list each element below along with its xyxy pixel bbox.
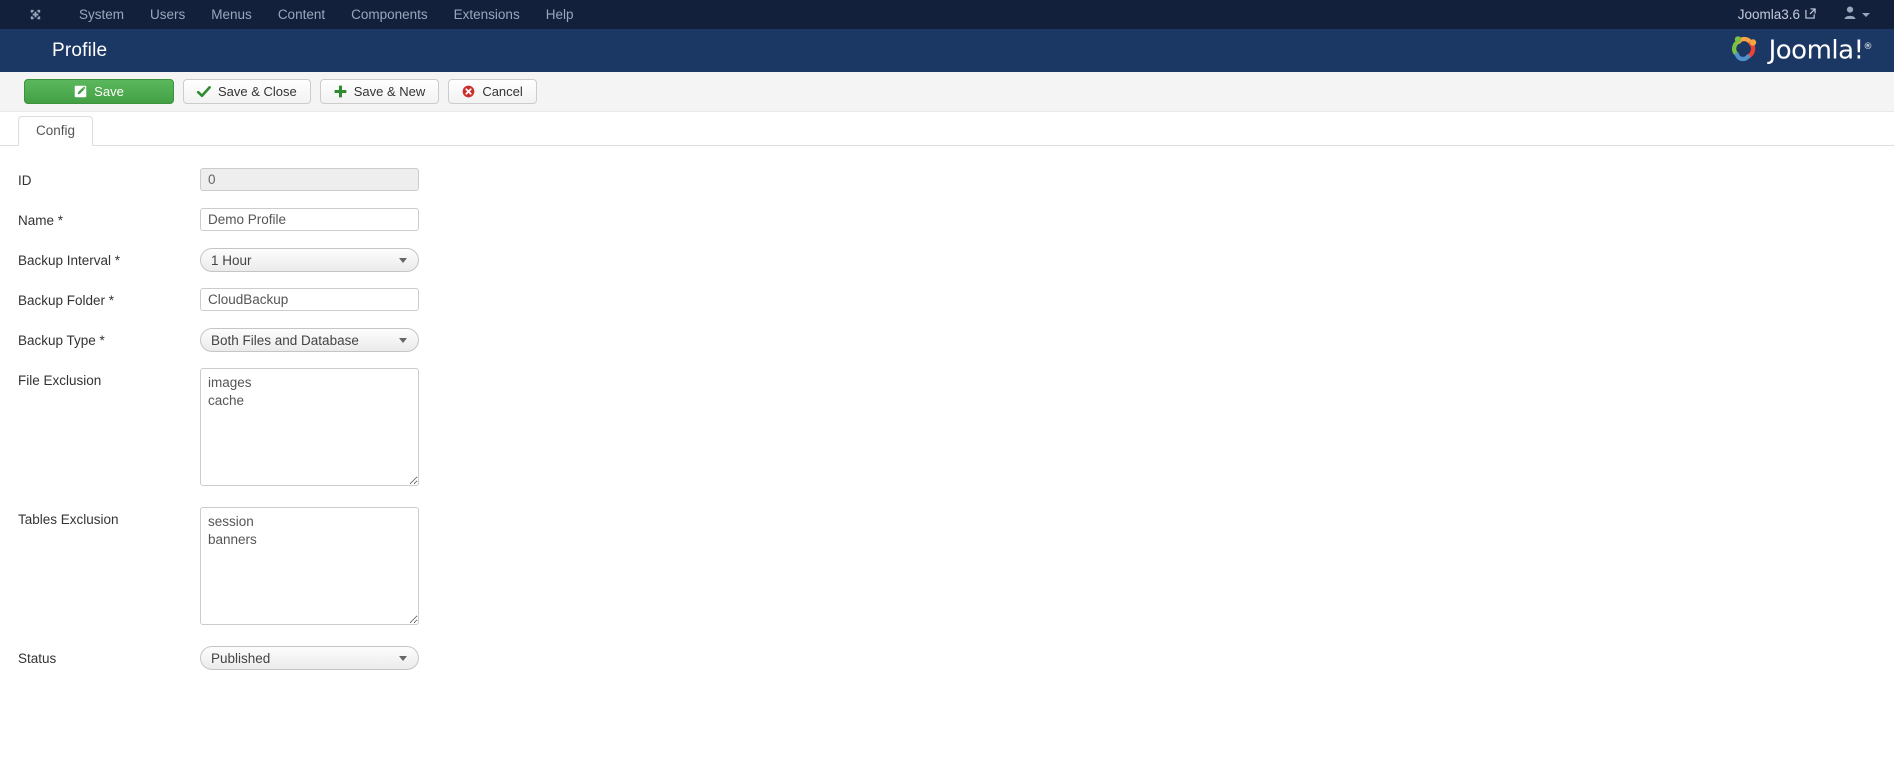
check-icon [197, 85, 211, 98]
field-control-tables-exclusion: session banners [200, 507, 419, 630]
field-row-status: Status Published [0, 646, 1894, 670]
backup-interval-select[interactable]: 1 Hour [200, 248, 419, 272]
backup-interval-value: 1 Hour [211, 252, 252, 268]
field-row-name: Name * [0, 208, 1894, 232]
content-area: Config ID Name * Backup Interval * 1 Hou… [0, 112, 1894, 772]
user-icon [1844, 6, 1856, 24]
field-control-backup-folder [200, 288, 419, 311]
cancel-button[interactable]: Cancel [448, 79, 537, 104]
save-button[interactable]: Save [24, 79, 174, 104]
save-and-new-label: Save & New [353, 84, 426, 99]
field-control-backup-interval: 1 Hour [200, 248, 419, 272]
field-control-backup-type: Both Files and Database [200, 328, 419, 352]
menu-item-menus[interactable]: Menus [198, 0, 265, 29]
field-row-file-exclusion: File Exclusion images cache [0, 368, 1894, 491]
page-header: Profile Joomla!® [0, 29, 1894, 72]
status-select[interactable]: Published [200, 646, 419, 670]
field-control-file-exclusion: images cache [200, 368, 419, 491]
field-label-backup-folder: Backup Folder * [18, 293, 115, 308]
joomla-emblem-icon[interactable] [18, 0, 52, 29]
backup-folder-input[interactable] [200, 288, 419, 311]
external-link-icon [1805, 7, 1816, 22]
main-menu: System Users Menus Content Components Ex… [66, 0, 586, 29]
save-and-new-button[interactable]: Save & New [319, 79, 440, 104]
close-circle-icon [462, 85, 475, 98]
menu-item-users[interactable]: Users [137, 0, 198, 29]
save-and-close-button[interactable]: Save & Close [183, 79, 311, 104]
editor-toolbar: Save Save & Close Save & New Cancel [0, 72, 1894, 112]
status-value: Published [211, 650, 271, 666]
save-button-label: Save [94, 84, 124, 99]
field-label-tables-exclusion: Tables Exclusion [18, 512, 119, 527]
view-site-link[interactable]: Joomla3.6 [1732, 7, 1822, 22]
field-row-backup-interval: Backup Interval * 1 Hour [0, 248, 1894, 272]
cancel-button-label: Cancel [482, 84, 523, 99]
backup-type-value: Both Files and Database [211, 332, 359, 348]
backup-type-select[interactable]: Both Files and Database [200, 328, 419, 352]
name-input[interactable] [200, 208, 419, 231]
chevron-down-icon [399, 258, 407, 263]
user-menu-button[interactable] [1828, 6, 1882, 24]
field-row-backup-type: Backup Type * Both Files and Database [0, 328, 1894, 352]
plus-icon [334, 85, 347, 98]
chevron-down-icon [399, 338, 407, 343]
menu-item-help[interactable]: Help [533, 0, 587, 29]
profile-form: ID Name * Backup Interval * 1 Hour [0, 146, 1894, 670]
view-site-label: Joomla3.6 [1737, 7, 1800, 22]
joomla-wordmark: Joomla!® [1768, 35, 1873, 66]
menu-item-components[interactable]: Components [338, 0, 441, 29]
file-exclusion-textarea[interactable]: images cache [200, 368, 419, 486]
tab-bar: Config [0, 112, 1894, 146]
chevron-down-icon [399, 656, 407, 661]
field-label-name: Name * [18, 213, 64, 228]
tables-exclusion-textarea[interactable]: session banners [200, 507, 419, 625]
joomla-brand-logo: Joomla!® [1728, 32, 1872, 69]
top-navigation-bar: System Users Menus Content Components Ex… [0, 0, 1894, 29]
field-label-status: Status [18, 651, 57, 666]
field-control-id [200, 168, 419, 191]
field-control-name [200, 208, 419, 231]
menu-item-system[interactable]: System [66, 0, 137, 29]
menu-item-content[interactable]: Content [265, 0, 338, 29]
field-control-status: Published [200, 646, 419, 670]
page-title: Profile [52, 39, 108, 61]
topnav-right-group: Joomla3.6 [1732, 0, 1882, 29]
chevron-down-icon [1862, 12, 1870, 17]
registered-mark: ® [1863, 41, 1873, 52]
field-label-id: ID [18, 173, 32, 188]
field-row-id: ID [0, 168, 1894, 192]
joomla-swirl-icon [1728, 32, 1762, 69]
id-input [200, 168, 419, 191]
field-label-backup-type: Backup Type * [18, 333, 105, 348]
menu-item-extensions[interactable]: Extensions [441, 0, 533, 29]
field-label-backup-interval: Backup Interval * [18, 253, 121, 268]
tab-config[interactable]: Config [18, 116, 94, 146]
field-row-tables-exclusion: Tables Exclusion session banners [0, 507, 1894, 630]
pencil-square-icon [74, 85, 87, 98]
field-label-file-exclusion: File Exclusion [18, 373, 102, 388]
field-row-backup-folder: Backup Folder * [0, 288, 1894, 312]
save-and-close-label: Save & Close [218, 84, 297, 99]
